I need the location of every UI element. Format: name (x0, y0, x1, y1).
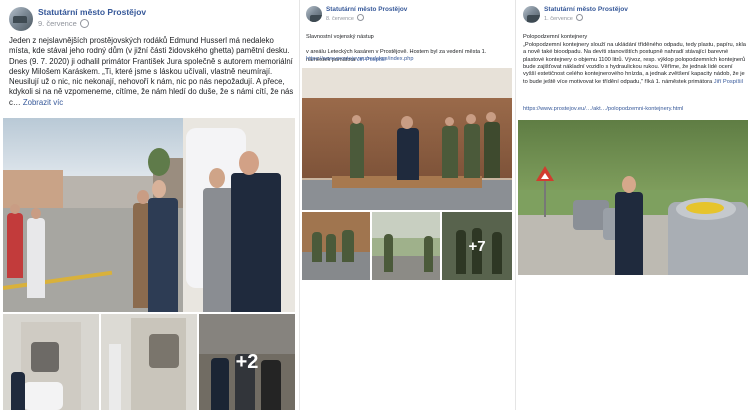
globe-icon (79, 18, 89, 28)
more-photos-overlay[interactable]: +2 (199, 314, 295, 410)
post-date-text[interactable]: 8. července (326, 16, 354, 22)
post-photo-main[interactable] (302, 68, 512, 210)
post-photo-thumb-3[interactable]: +2 (199, 314, 295, 410)
globe-icon (575, 14, 583, 21)
more-photos-count: +7 (468, 237, 486, 255)
post-photo-main[interactable] (3, 118, 295, 312)
post-photo-thumb-2[interactable] (372, 212, 440, 280)
post-date[interactable]: 9. července (38, 18, 89, 29)
post-husserl-plaque: Statutární město Prostějov 9. července J… (0, 0, 300, 410)
post-photo-main[interactable] (518, 120, 748, 275)
post-text-body: Polopodzemní kontejnery „Polopodzemní ko… (523, 34, 746, 85)
more-photos-count: +2 (235, 350, 259, 373)
post-text: Jeden z nejslavnějších prostějovských ro… (9, 36, 294, 108)
post-photo-thumb-1[interactable] (302, 212, 370, 280)
post-military-ceremony: Statutární město Prostějov 8. července S… (300, 0, 516, 410)
post-date-text[interactable]: 1. července (544, 16, 573, 22)
see-more-link[interactable]: Zobrazit víc (23, 98, 63, 107)
post-date[interactable]: 1. července (544, 14, 583, 22)
post-photo-thumb-2[interactable] (101, 314, 197, 410)
post-date[interactable]: 8. července (326, 14, 364, 22)
post-photo-thumb-3[interactable]: +7 (442, 212, 512, 280)
page-name-link[interactable]: Statutární město Prostějov (544, 6, 628, 13)
post-text: Polopodzemní kontejnery „Polopodzemní ko… (523, 27, 747, 86)
globe-icon (356, 14, 364, 21)
post-text-body: Jeden z nejslavnějších prostějovských ro… (9, 36, 294, 107)
page-name-link[interactable]: Statutární město Prostějov (326, 6, 407, 13)
more-photos-overlay[interactable]: +7 (442, 212, 512, 280)
post-photo-thumb-1[interactable] (3, 314, 99, 410)
mention-link[interactable]: Jiří Pospíšil (714, 79, 743, 85)
page-name-link[interactable]: Statutární město Prostějov (38, 7, 146, 17)
page-avatar[interactable] (9, 7, 33, 31)
post-url-link[interactable]: https://www.prostejov.eu/…/akt…/polopodz… (523, 106, 683, 114)
post-semi-underground-containers: Statutární město Prostějov 1. července P… (516, 0, 751, 410)
post-date-text[interactable]: 9. července (38, 19, 77, 28)
page-avatar[interactable] (306, 6, 322, 22)
page-avatar[interactable] (523, 6, 540, 23)
post-url-link[interactable]: https://www.prostejov.eu/redakce/index.p… (306, 56, 413, 63)
